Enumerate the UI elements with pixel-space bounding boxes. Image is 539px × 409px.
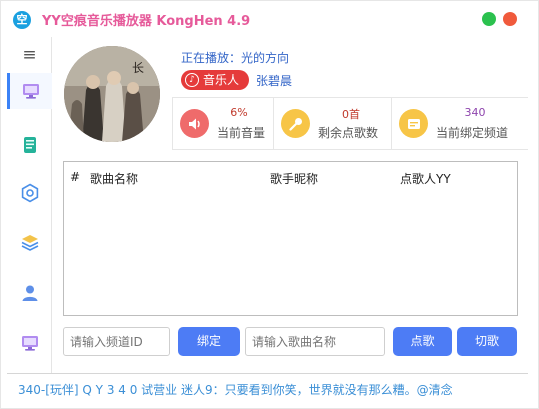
app-window: 空 YY空痕音乐播放器 KongHen 4.9 ≡ 长 正在播放：光的方向 ♪ … xyxy=(0,0,539,409)
music-note-icon: ♪ xyxy=(185,73,199,87)
menu-icon: ≡ xyxy=(22,45,37,65)
channel-id-input[interactable] xyxy=(63,327,170,356)
stat-channel-label: 当前绑定频道 xyxy=(436,126,509,140)
column-header-singer[interactable]: 歌手昵称 xyxy=(270,170,318,187)
album-cover: 长 xyxy=(64,46,160,142)
channel-icon xyxy=(399,109,428,138)
sidebar: ≡ xyxy=(7,37,52,373)
monitor-icon xyxy=(23,84,39,99)
stat-volume-value: 6% xyxy=(230,106,248,119)
column-header-requester[interactable]: 点歌人YY xyxy=(400,170,451,187)
stat-channel: 340 当前绑定频道 xyxy=(391,98,528,150)
song-queue-table[interactable]: # 歌曲名称 歌手昵称 点歌人YY xyxy=(63,161,518,316)
sidebar-item-account[interactable] xyxy=(7,275,52,311)
column-header-index[interactable]: # xyxy=(70,170,80,184)
stat-remaining-label: 剩余点歌数 xyxy=(318,126,379,140)
book-icon xyxy=(23,137,36,153)
sidebar-menu-toggle[interactable]: ≡ xyxy=(7,37,52,73)
stat-volume-label: 当前音量 xyxy=(217,126,266,140)
sidebar-item-display[interactable] xyxy=(7,325,52,361)
screen-icon xyxy=(21,336,38,351)
stat-remaining-value: 0首 xyxy=(342,108,360,121)
app-logo-icon: 空 xyxy=(13,11,31,29)
sidebar-item-player[interactable] xyxy=(7,73,52,109)
sidebar-item-library[interactable] xyxy=(7,127,52,163)
settings-icon xyxy=(21,183,38,203)
svg-text:长: 长 xyxy=(132,61,144,75)
stat-volume: 6% 当前音量 xyxy=(172,98,273,150)
stats-panel: 6% 当前音量 0首 剩余点歌数 340 当前绑定频道 xyxy=(172,97,528,150)
singer-badge: ♪ 音乐人 xyxy=(181,70,249,90)
singer-name[interactable]: 张碧晨 xyxy=(256,72,292,89)
title-bar[interactable]: 空 YY空痕音乐播放器 KongHen 4.9 xyxy=(1,1,538,37)
stat-channel-value: 340 xyxy=(464,106,486,119)
bind-button[interactable]: 绑定 xyxy=(178,327,240,356)
app-title: YY空痕音乐播放器 KongHen 4.9 xyxy=(42,14,251,29)
microphone-icon xyxy=(281,109,310,138)
volume-icon xyxy=(180,109,209,138)
user-icon xyxy=(22,285,37,301)
close-button[interactable] xyxy=(503,12,517,26)
singer-badge-label: 音乐人 xyxy=(203,73,240,87)
sidebar-item-playlists[interactable] xyxy=(7,225,52,261)
sidebar-item-settings[interactable] xyxy=(7,175,52,211)
request-song-button[interactable]: 点歌 xyxy=(393,327,452,356)
minimize-button[interactable] xyxy=(482,12,496,26)
skip-song-button[interactable]: 切歌 xyxy=(457,327,517,356)
status-bar: 340-[玩伴] Q Y 3 4 0 试营业 迷人9：只要看到你笑，世界就没有那… xyxy=(7,373,528,402)
now-playing-text: 正在播放：光的方向 xyxy=(181,51,290,65)
stat-remaining: 0首 剩余点歌数 xyxy=(273,98,391,150)
column-header-song[interactable]: 歌曲名称 xyxy=(90,170,138,187)
layers-icon xyxy=(21,235,38,251)
status-text: 340-[玩伴] Q Y 3 4 0 试营业 迷人9：只要看到你笑，世界就没有那… xyxy=(18,383,453,397)
song-name-input[interactable] xyxy=(245,327,385,356)
